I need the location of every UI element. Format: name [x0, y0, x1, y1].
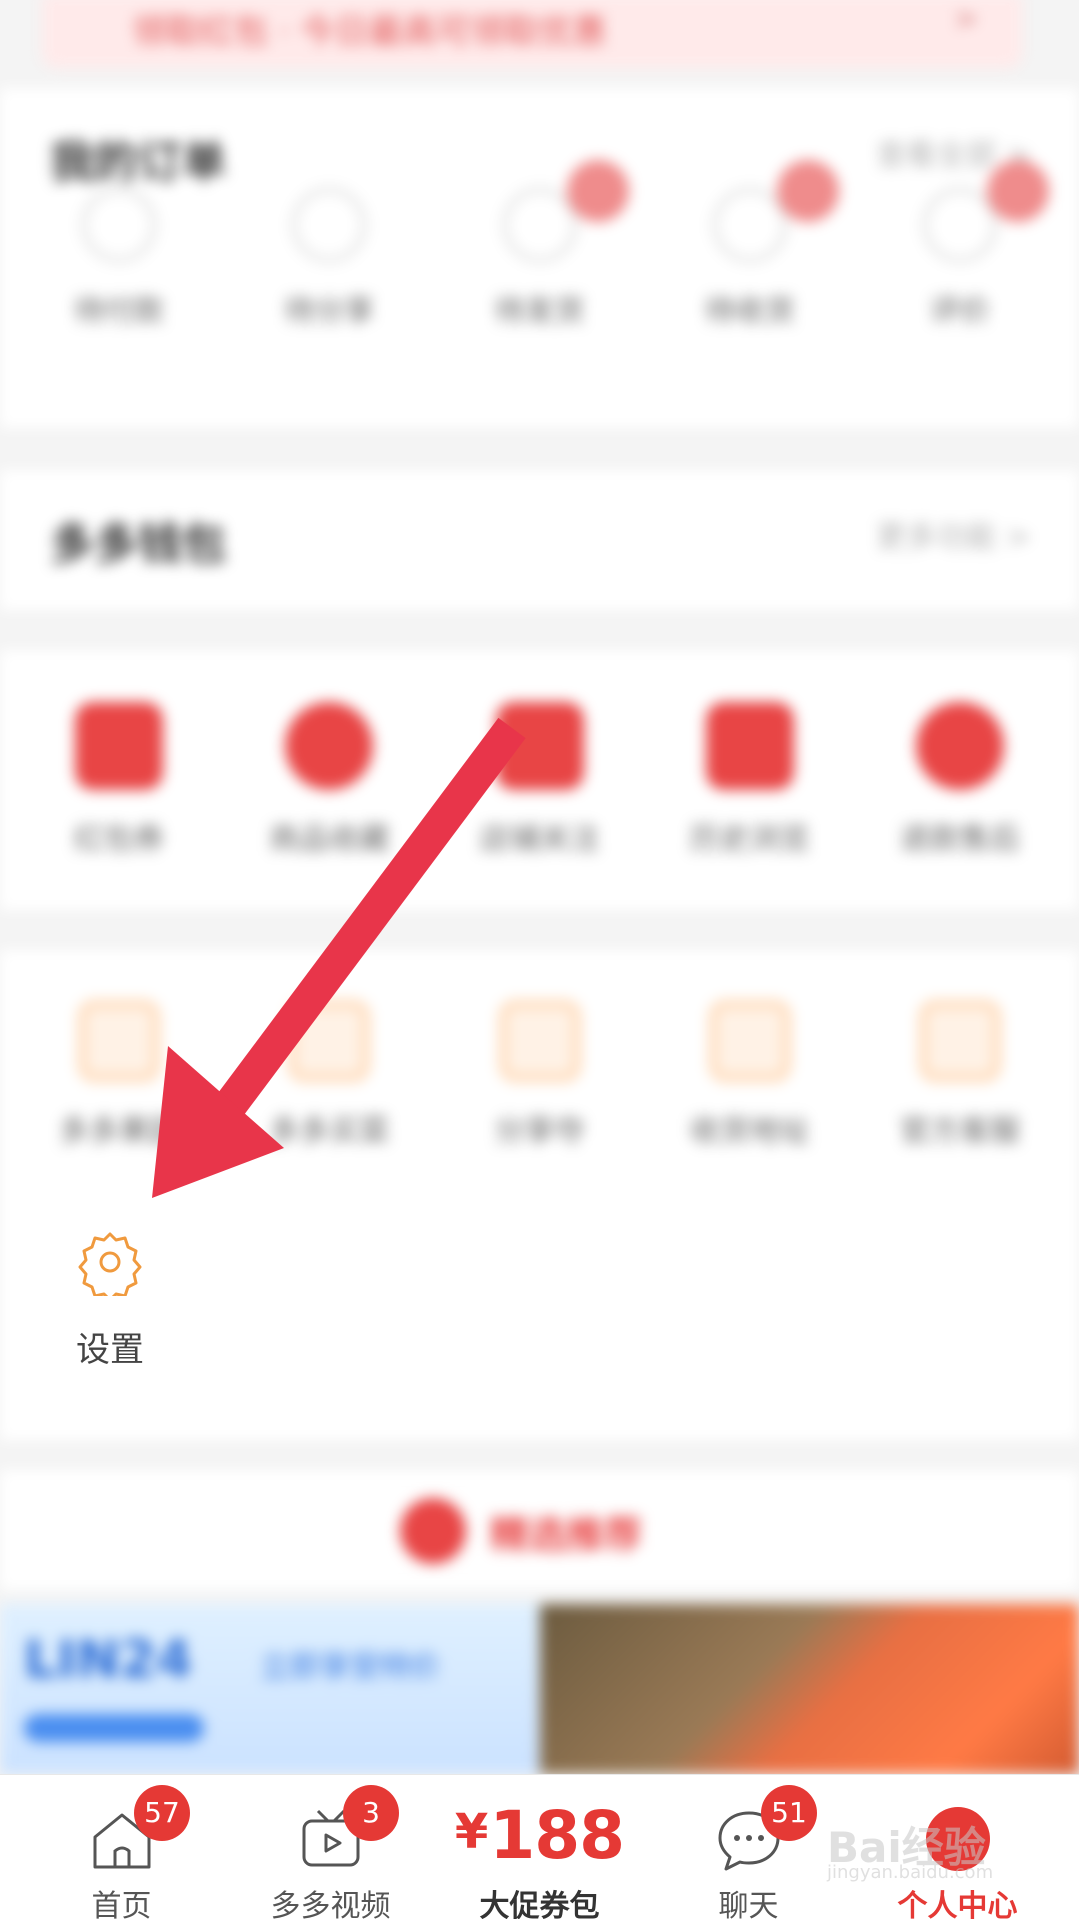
service-item-label: 分享夺 — [494, 1114, 585, 1149]
nav-chat-label: 聊天 — [718, 1889, 779, 1919]
product-banner[interactable]: LIN24 立即享受特价 — [0, 1604, 1079, 1774]
basket-icon — [288, 1000, 371, 1082]
order-item-pending-receive[interactable]: 待收货 — [655, 160, 845, 330]
promo-item-label: 历史浏览 — [689, 822, 810, 857]
promo-item-label: 店铺关注 — [479, 822, 600, 857]
recommend-title: 精选推荐 — [490, 1513, 643, 1557]
order-item-review[interactable]: 评价 — [865, 160, 1055, 330]
service-item-label: 官方客服 — [900, 1114, 1020, 1149]
promo-row: 红包券 商品收藏 店铺关注 历史浏览 退款售后 — [0, 702, 1079, 858]
order-badge — [987, 160, 1049, 222]
promo-item-coupon[interactable]: 红包券 — [24, 702, 214, 858]
coupon-icon — [75, 702, 163, 790]
home-badge: 57 — [134, 1785, 190, 1841]
tree-icon — [78, 1000, 160, 1082]
nav-video-label: 多多视频 — [270, 1889, 391, 1919]
order-section-title: 我的订单 — [50, 137, 226, 188]
service-item-orchard[interactable]: 多多果园 — [24, 1000, 214, 1150]
banner-right-card[interactable] — [540, 1604, 1079, 1774]
video-badge: 3 — [343, 1785, 399, 1841]
wallet-icon — [82, 188, 156, 262]
service-item-label: 多多买菜 — [269, 1114, 390, 1149]
order-item-label: 待付款 — [74, 294, 164, 329]
star-icon — [285, 702, 374, 790]
review-icon — [923, 188, 997, 262]
truck-icon — [712, 188, 787, 262]
bottom-nav: 57 首页 3 多多视频 ¥188 大促券包 51 聊天 个人中心 — [0, 1774, 1079, 1919]
promo-item-followed-stores[interactable]: 店铺关注 — [445, 702, 635, 858]
order-item-pending-payment[interactable]: 待付款 — [24, 188, 214, 330]
profile-face-icon — [925, 1807, 990, 1871]
order-item-label: 待收货 — [704, 294, 795, 329]
service-row: 多多果园 多多买菜 分享夺 收货地址 官方客服 — [0, 1000, 1079, 1150]
promo-item-label: 商品收藏 — [269, 822, 390, 857]
settings-label: 设置 — [76, 1330, 144, 1370]
promo-item-favorites[interactable]: 商品收藏 — [234, 702, 424, 858]
order-item-label: 待分享 — [284, 294, 375, 329]
nav-chat[interactable]: 51 聊天 — [651, 1775, 846, 1919]
share-icon — [498, 1000, 581, 1082]
promo-item-history[interactable]: 历史浏览 — [655, 702, 845, 858]
order-item-label: 评价 — [930, 294, 990, 329]
refund-icon — [916, 702, 1004, 790]
order-items: 待付款 待分享 待发货 待收货 评价 — [0, 160, 1079, 330]
location-icon — [708, 1000, 791, 1082]
order-item-pending-ship[interactable]: 待发货 — [445, 160, 635, 330]
promo-item-label: 红包券 — [74, 822, 164, 857]
banner-left-subtitle: 立即享受特价 — [260, 1650, 440, 1685]
top-banner-text: 领取红包 · 今日最高可领取优惠 — [132, 12, 607, 52]
store-icon — [495, 702, 584, 790]
promo-section: 红包券 商品收藏 店铺关注 历史浏览 退款售后 — [0, 650, 1079, 910]
nav-me[interactable]: 个人中心 — [860, 1775, 1055, 1919]
banner-left-card[interactable]: LIN24 立即享受特价 — [0, 1604, 540, 1774]
footprint-icon — [705, 702, 794, 790]
service-item-support[interactable]: 官方客服 — [865, 1000, 1055, 1150]
top-banner[interactable]: 领取红包 · 今日最高可领取优惠 > — [42, 0, 1022, 68]
currency-symbol: ¥ — [454, 1804, 488, 1860]
banner-left-title: LIN24 — [24, 1630, 193, 1690]
banner-left-pill — [24, 1714, 204, 1742]
nav-home-label: 首页 — [91, 1889, 152, 1919]
chevron-right-icon: > — [954, 2, 978, 35]
promo-item-refund[interactable]: 退款售后 — [865, 702, 1055, 858]
headset-icon — [919, 1000, 1001, 1082]
recommend-header: 精选推荐 — [0, 1470, 1079, 1590]
nav-coupon-label: 大促券包 — [479, 1889, 600, 1919]
wallet-section[interactable]: 多多钱包 更多功能 > — [0, 470, 1079, 610]
screen: 领取红包 · 今日最高可领取优惠 > 我的订单 查看全部 > 待付款 待分享 待… — [0, 0, 1079, 1919]
order-section: 我的订单 查看全部 > 待付款 待分享 待发货 待收货 评价 — [0, 88, 1079, 428]
coupon-amount: ¥188 — [454, 1797, 625, 1874]
nav-home[interactable]: 57 首页 — [24, 1775, 219, 1919]
service-item-share[interactable]: 分享夺 — [445, 1000, 635, 1150]
service-item-grocery[interactable]: 多多买菜 — [234, 1000, 424, 1150]
service-item-address[interactable]: 收货地址 — [655, 1000, 845, 1150]
nav-me-label: 个人中心 — [897, 1889, 1018, 1919]
coupon-amount-value: 188 — [489, 1797, 625, 1874]
service-section: 多多果园 多多买菜 分享夺 收货地址 官方客服 — [0, 950, 1079, 1440]
nav-video[interactable]: 3 多多视频 — [233, 1775, 428, 1919]
order-item-pending-share[interactable]: 待分享 — [234, 188, 424, 330]
order-badge — [566, 160, 629, 222]
chat-badge: 51 — [761, 1785, 817, 1841]
box-icon — [502, 188, 577, 262]
service-item-label: 多多果园 — [59, 1114, 179, 1149]
bag-icon — [292, 188, 367, 262]
settings-item[interactable]: 设置 — [60, 1228, 160, 1371]
promo-item-label: 退款售后 — [900, 822, 1020, 857]
order-badge — [776, 160, 839, 222]
wallet-section-title: 多多钱包 — [50, 519, 226, 570]
wallet-more-link[interactable]: 更多功能 > — [876, 512, 1031, 556]
recommend-icon — [400, 1498, 466, 1564]
gear-icon — [78, 1232, 142, 1296]
nav-coupon[interactable]: ¥188 大促券包 — [442, 1775, 637, 1919]
service-item-label: 收货地址 — [689, 1114, 810, 1149]
order-item-label: 待发货 — [494, 294, 585, 329]
